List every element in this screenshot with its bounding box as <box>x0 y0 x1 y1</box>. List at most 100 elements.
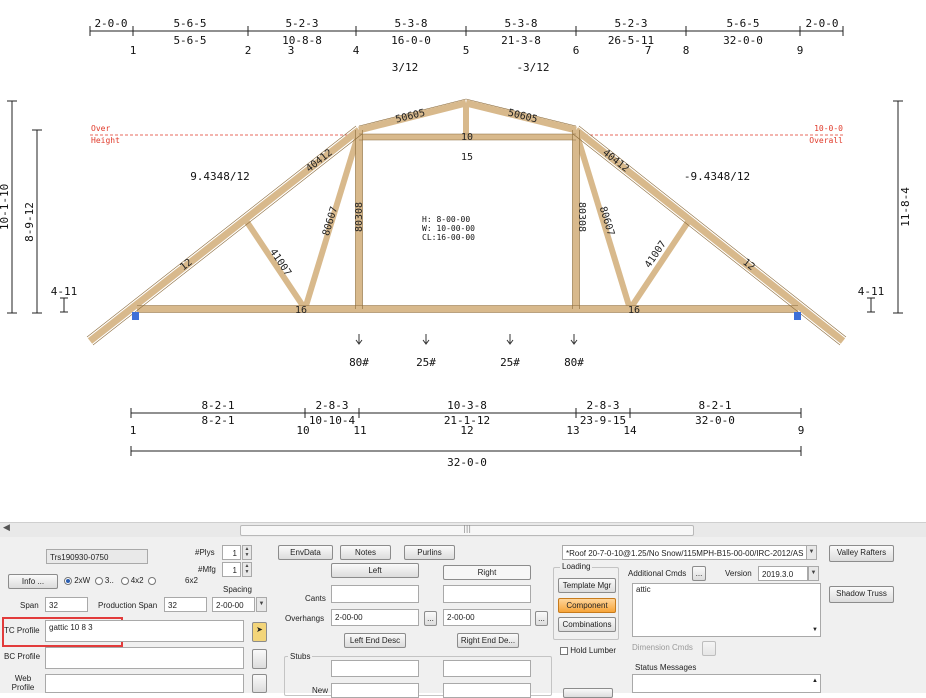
span-field[interactable]: 32 <box>45 597 88 612</box>
overhang-left-button[interactable]: ... <box>424 611 437 626</box>
bottom-cum-3: 23-9-15 <box>580 414 626 427</box>
height-label: Height <box>91 136 120 145</box>
bottom-seg-2: 10-3-8 <box>447 399 487 412</box>
bottom-action-button[interactable] <box>563 688 613 698</box>
bc-profile-button[interactable] <box>252 649 267 669</box>
additional-cmds-textarea[interactable]: attic <box>632 583 821 637</box>
roof-description-dropdown[interactable]: *Roof 20-7-0-10@1.25/No Snow/115MPH-B15-… <box>562 545 817 560</box>
stubs-right-field[interactable] <box>443 660 531 677</box>
lumber-radio-group[interactable]: 2xW 3.. 4x2 <box>64 576 157 585</box>
info-button[interactable]: Info ... <box>8 574 58 589</box>
new-left-field[interactable] <box>331 683 419 698</box>
mfg-spinner[interactable]: ▲ ▼ <box>242 562 252 577</box>
valley-rafters-button[interactable]: Valley Rafters <box>829 545 894 562</box>
template-mgr-button[interactable]: Template Mgr <box>558 578 616 593</box>
top-point-2: 2 <box>245 44 252 57</box>
radio-6x2[interactable] <box>148 576 157 585</box>
version-dropdown[interactable]: 2019.3.0 <box>758 566 808 581</box>
top-point-4: 4 <box>353 44 360 57</box>
spacing-field[interactable]: 2-00-00 <box>212 597 255 612</box>
top-seg-5: 5-2-3 <box>614 17 647 30</box>
truss-properties-panel: Trs190930-0750 #Plys 1 ▲ ▼ #Mfg 1 ▲ ▼ Info… <box>0 537 926 698</box>
radio-3[interactable] <box>94 576 103 585</box>
member-bottom-right: 16 <box>628 305 640 316</box>
member-top-right: 50605 <box>507 108 539 126</box>
bottom-point-11: 11 <box>353 424 366 437</box>
mfg-field[interactable]: 1 <box>222 562 241 577</box>
cants-right-field[interactable] <box>443 585 531 603</box>
overall-label: Overall <box>809 136 843 145</box>
truss-name-field[interactable]: Trs190930-0750 <box>46 549 148 564</box>
version-arrow[interactable]: ▼ <box>808 566 819 581</box>
radio-4x2[interactable] <box>120 576 129 585</box>
bottom-point-12: 12 <box>460 424 473 437</box>
hold-lumber-checkbox[interactable]: Hold Lumber <box>560 646 616 655</box>
status-messages-label: Status Messages <box>635 663 697 672</box>
plys-field[interactable]: 1 <box>222 545 241 560</box>
bottom-cum-4: 32-0-0 <box>695 414 735 427</box>
spacing-dropdown[interactable]: ▼ <box>256 597 267 612</box>
overall-height-left: 10-1-10 <box>0 184 11 230</box>
horizontal-scrollbar[interactable]: ◀ ||| <box>0 522 926 538</box>
new-right-field[interactable] <box>443 683 531 698</box>
member-slope-left: 40412 <box>304 147 334 174</box>
top-seg-0: 2-0-0 <box>94 17 127 30</box>
pitch-right: -3/12 <box>516 61 549 74</box>
combinations-button[interactable]: Combinations <box>558 617 616 632</box>
additional-cmds-button[interactable]: ... <box>692 566 706 581</box>
spacing-label: Spacing <box>223 585 252 594</box>
notes-button[interactable]: Notes <box>340 545 391 560</box>
room-height: H: 8-00-00 <box>422 215 470 224</box>
overhang-right-field[interactable]: 2-00-00 <box>443 609 531 626</box>
version-label: Version <box>725 569 752 578</box>
shadow-truss-button[interactable]: Shadow Truss <box>829 586 894 603</box>
status-messages-box <box>632 674 821 693</box>
load-3: 80# <box>564 356 584 369</box>
purlins-button[interactable]: Purlins <box>404 545 455 560</box>
additional-cmds-label: Additional Cmds <box>628 569 687 578</box>
bottom-seg-3: 2-8-3 <box>586 399 619 412</box>
top-point-8: 8 <box>683 44 690 57</box>
member-top-left: 50605 <box>394 108 426 126</box>
radio-4x2-label: 4x2 <box>130 576 144 585</box>
top-point-5: 5 <box>463 44 470 57</box>
cants-left-field[interactable] <box>331 585 419 603</box>
radio-2xw[interactable] <box>64 576 72 585</box>
tab-left[interactable]: Left <box>331 563 419 578</box>
cmds-scroll-down-icon[interactable]: ▼ <box>812 627 818 633</box>
bottom-cum-0: 8-2-1 <box>201 414 234 427</box>
right-end-desc-button[interactable]: Right End De... <box>457 633 519 648</box>
status-scroll-up-icon[interactable]: ▲ <box>812 678 818 684</box>
scrollbar-thumb[interactable]: ||| <box>240 524 694 536</box>
production-span-field[interactable]: 32 <box>164 597 207 612</box>
envdata-button[interactable]: EnvData <box>278 545 333 560</box>
tab-right[interactable]: Right <box>443 565 531 580</box>
roof-description-arrow[interactable]: ▼ <box>806 545 817 560</box>
top-seg-2: 5-2-3 <box>285 17 318 30</box>
room-clear: CL:16-00-00 <box>422 233 475 242</box>
bc-profile-field[interactable] <box>45 647 244 669</box>
overhang-left-field[interactable]: 2-00-00 <box>331 609 419 626</box>
tc-profile-field[interactable]: gattic 10 8 3 <box>45 620 244 642</box>
load-0: 80# <box>349 356 369 369</box>
radio-6x2-label: 6x2 <box>185 576 198 585</box>
stubs-left-field[interactable] <box>331 660 419 677</box>
member-slope-right: 40412 <box>600 147 630 174</box>
production-span-label: Production Span <box>98 601 158 610</box>
web-profile-field[interactable] <box>45 674 244 693</box>
over-value: 10-0-0 <box>814 124 843 133</box>
web-profile-button[interactable] <box>252 674 267 693</box>
plys-spinner[interactable]: ▲ ▼ <box>242 545 252 560</box>
bottom-point-1: 1 <box>130 424 137 437</box>
tc-profile-label: TC Profile <box>4 626 40 635</box>
scroll-left-icon[interactable]: ◀ <box>3 523 10 533</box>
overhang-right-button[interactable]: ... <box>535 611 548 626</box>
tc-profile-folder-button[interactable]: ➤ <box>252 622 267 642</box>
component-button[interactable]: Component <box>558 598 616 613</box>
hold-lumber-check[interactable] <box>560 646 568 655</box>
left-end-desc-button[interactable]: Left End Desc <box>344 633 406 648</box>
top-seg-6: 5-6-5 <box>726 17 759 30</box>
top-point-7: 7 <box>645 44 652 57</box>
bottom-seg-0: 8-2-1 <box>201 399 234 412</box>
member-web-right: 80607 <box>597 205 616 237</box>
